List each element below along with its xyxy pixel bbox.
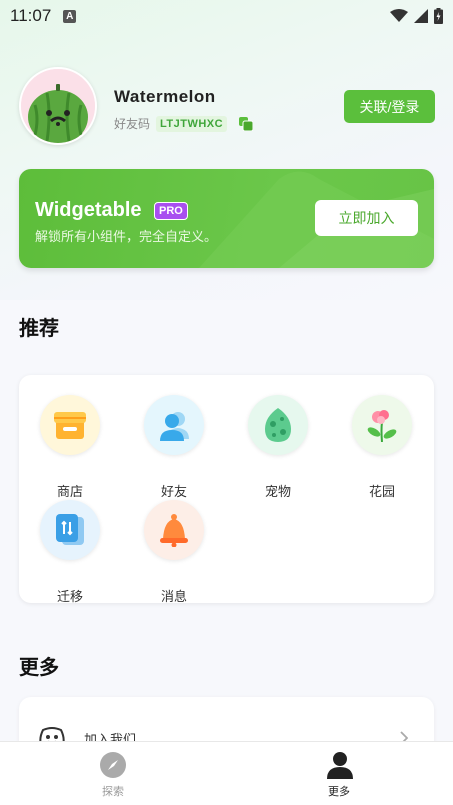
nav-label-explore: 探索 bbox=[102, 786, 124, 798]
person-icon bbox=[327, 752, 353, 779]
notification-a-icon: A bbox=[63, 9, 77, 23]
link-login-button[interactable]: 关联/登录 bbox=[344, 90, 435, 123]
grid-label-migrate: 迁移 bbox=[56, 589, 83, 604]
grid-label-pet: 宠物 bbox=[264, 484, 291, 499]
grid-label-garden: 花园 bbox=[368, 484, 395, 499]
status-icons bbox=[390, 8, 443, 24]
garden-flower-icon bbox=[352, 395, 412, 455]
grid-item-garden[interactable]: 花园 bbox=[342, 395, 422, 499]
bell-icon bbox=[144, 500, 204, 560]
status-time: 11:07 bbox=[10, 6, 52, 25]
grid-label-friends: 好友 bbox=[160, 484, 187, 499]
copy-icon[interactable] bbox=[239, 116, 254, 131]
friends-icon bbox=[144, 395, 204, 455]
friend-code-value: LTJTWHXC bbox=[156, 115, 228, 132]
join-now-button[interactable]: 立即加入 bbox=[315, 200, 418, 236]
grid-label-shop: 商店 bbox=[56, 484, 83, 499]
bottom-nav: 探索 更多 bbox=[0, 741, 453, 805]
wifi-icon bbox=[390, 9, 408, 22]
grid-label-messages: 消息 bbox=[160, 589, 187, 604]
grid-item-friends[interactable]: 好友 bbox=[134, 395, 214, 499]
friend-code-label: 好友码 bbox=[114, 117, 151, 131]
more-section-title: 更多 bbox=[19, 657, 59, 679]
status-bar: 11:07 A bbox=[0, 0, 453, 32]
pro-banner[interactable]: Widgetable PRO 解锁所有小组件，完全自定义。 立即加入 bbox=[19, 169, 434, 268]
compass-icon bbox=[100, 752, 126, 778]
pro-title: Widgetable bbox=[35, 199, 142, 221]
grid-item-messages[interactable]: 消息 bbox=[134, 500, 214, 604]
recommend-card: 商店 好友 宠物 花园 迁移 消息 bbox=[19, 375, 434, 604]
grid-item-shop[interactable]: 商店 bbox=[30, 395, 110, 499]
pro-badge: PRO bbox=[154, 202, 188, 220]
nav-label-more: 更多 bbox=[328, 786, 350, 798]
grid-item-migrate[interactable]: 迁移 bbox=[30, 500, 110, 604]
shop-icon bbox=[40, 395, 100, 455]
pet-egg-icon bbox=[248, 395, 308, 455]
watermelon-avatar-icon bbox=[21, 69, 95, 143]
grid-item-pet[interactable]: 宠物 bbox=[238, 395, 318, 499]
battery-icon bbox=[434, 8, 443, 24]
profile-header: Watermelon 好友码 LTJTWHXC 关联/登录 bbox=[19, 67, 439, 147]
pro-subtitle: 解锁所有小组件，完全自定义。 bbox=[35, 229, 218, 244]
friend-code-row: 好友码 LTJTWHXC bbox=[114, 115, 254, 132]
nav-item-explore[interactable]: 探索 bbox=[0, 742, 226, 805]
username: Watermelon bbox=[114, 87, 216, 106]
signal-icon bbox=[414, 9, 428, 23]
migrate-icon bbox=[40, 500, 100, 560]
recommend-section-title: 推荐 bbox=[19, 318, 59, 340]
nav-item-more[interactable]: 更多 bbox=[226, 742, 452, 805]
avatar[interactable] bbox=[19, 67, 97, 145]
